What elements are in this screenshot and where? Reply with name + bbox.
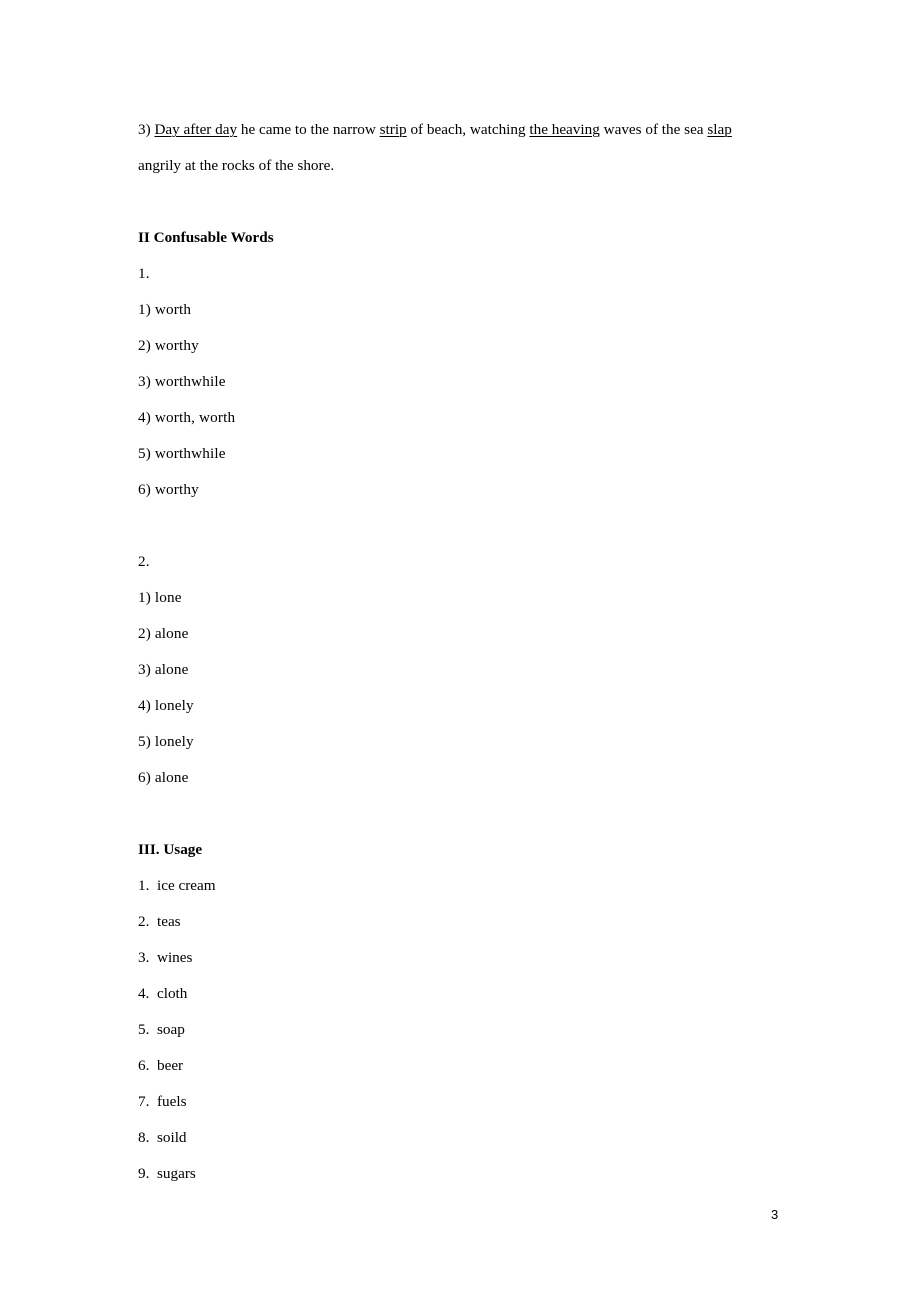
- paragraph-text-3: waves of the sea: [599, 121, 708, 138]
- paragraph-text-1: he came to the narrow: [237, 121, 380, 138]
- list-item: 3) worthwhile: [138, 373, 226, 390]
- underlined-phrase-day-after-day: Day after day: [154, 121, 238, 138]
- list-item: 2) worthy: [138, 337, 199, 354]
- spacer-between-groups: [138, 508, 798, 544]
- underlined-phrase-slap: slap: [707, 121, 732, 138]
- paragraph-text-2: of beach, watching: [406, 121, 530, 138]
- spacer-before-confusable-heading: [138, 184, 798, 220]
- list-item: 4) worth, worth: [138, 409, 236, 426]
- list-item: 2. teas: [138, 913, 181, 930]
- list-item: 5) lonely: [138, 733, 194, 750]
- list-item: 1. ice cream: [138, 877, 216, 894]
- list-item: 5. soap: [138, 1021, 185, 1038]
- exercise-paragraph-line-1: 3) Day after day he came to the narrow s…: [138, 112, 798, 148]
- group-label-1: 1.: [138, 265, 150, 282]
- list-item: 4) lonely: [138, 697, 194, 714]
- list-item: 2) alone: [138, 625, 189, 642]
- list-item: 8. soild: [138, 1129, 187, 1146]
- list-item: 1) worth: [138, 301, 192, 318]
- list-item: 1) lone: [138, 589, 182, 606]
- underlined-phrase-strip: strip: [379, 121, 407, 138]
- list-item: 3) alone: [138, 661, 189, 678]
- section-numeral-ii: II: [138, 229, 150, 246]
- spacer-before-usage-heading: [138, 796, 798, 832]
- exercise-paragraph-line-2: angrily at the rocks of the shore.: [138, 157, 335, 174]
- list-item: 4. cloth: [138, 985, 188, 1002]
- page-number: 3: [771, 1207, 779, 1222]
- document-page: 3) Day after day he came to the narrow s…: [0, 0, 920, 1302]
- section-title-confusable-words: Confusable Words: [153, 229, 274, 246]
- section-heading-confusable-words: II Confusable Words: [138, 220, 798, 256]
- group-label-2: 2.: [138, 553, 150, 570]
- list-item: 7. fuels: [138, 1093, 187, 1110]
- list-item: 6) alone: [138, 769, 189, 786]
- list-item: 6) worthy: [138, 481, 199, 498]
- list-item: 5) worthwhile: [138, 445, 226, 462]
- underlined-phrase-the-heaving: the heaving: [529, 121, 600, 138]
- exercise-item-number: 3): [138, 121, 155, 138]
- document-body: 3) Day after day he came to the narrow s…: [138, 112, 798, 1192]
- list-item: 3. wines: [138, 949, 193, 966]
- list-item: 9. sugars: [138, 1165, 196, 1182]
- section-heading-usage: III. Usage: [138, 841, 203, 858]
- list-item: 6. beer: [138, 1057, 184, 1074]
